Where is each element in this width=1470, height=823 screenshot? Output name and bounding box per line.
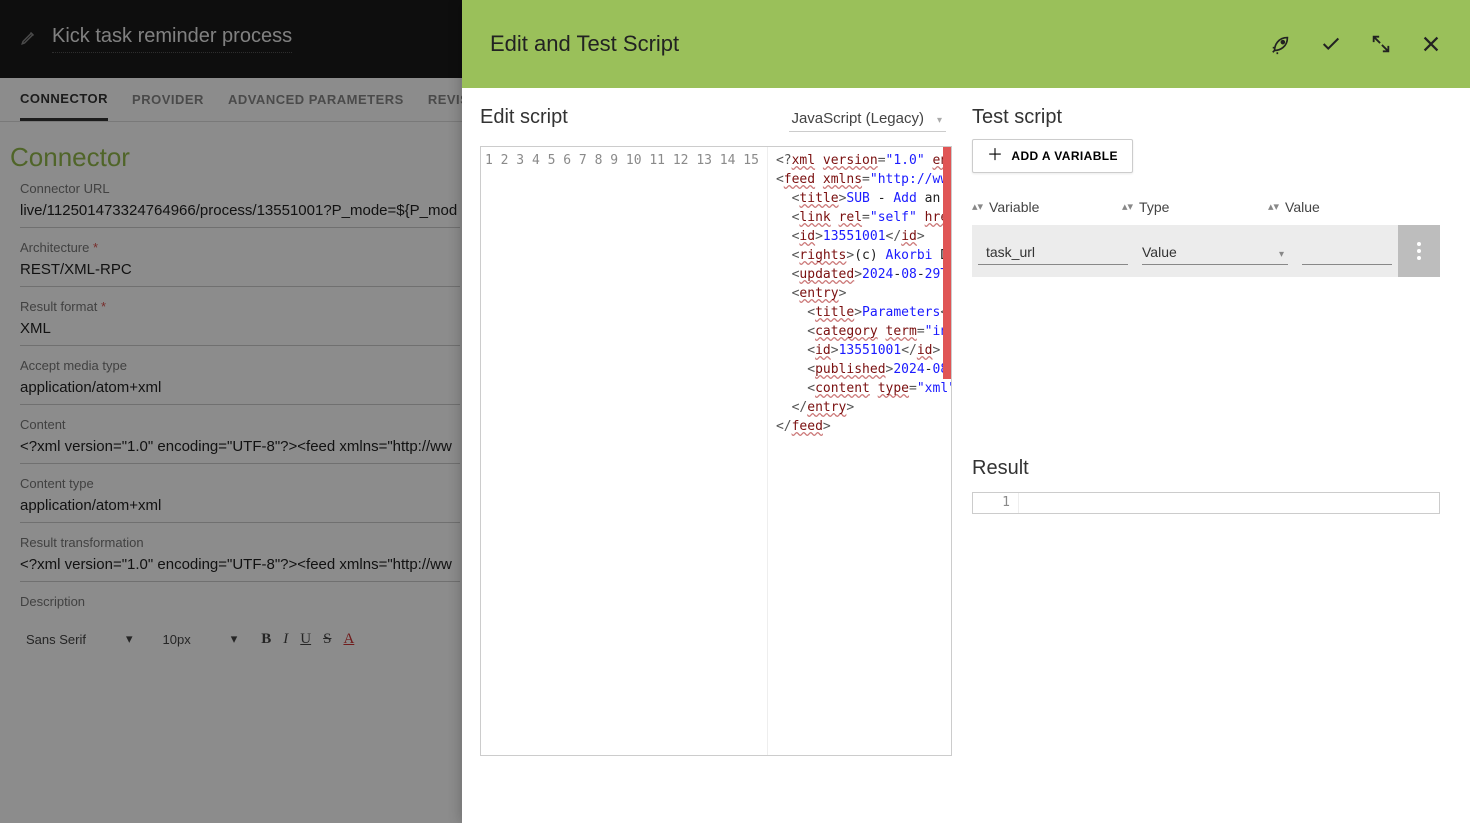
code-gutter: 1 2 3 4 5 6 7 8 9 10 11 12 13 14 15 bbox=[481, 147, 768, 755]
sort-icon: ▴▾ bbox=[1122, 204, 1133, 210]
row-actions-button[interactable] bbox=[1398, 225, 1440, 277]
sort-icon: ▴▾ bbox=[972, 204, 983, 210]
edit-script-pane: Edit script JavaScript (Legacy) 1 2 3 4 … bbox=[462, 88, 952, 823]
variables-header: ▴▾Variable ▴▾Type ▴▾Value bbox=[972, 191, 1440, 225]
close-icon[interactable] bbox=[1420, 33, 1442, 55]
edit-test-script-modal: Edit and Test Script Edit script JavaScr… bbox=[462, 0, 1470, 823]
result-box: 1 bbox=[972, 492, 1440, 514]
variable-type-select[interactable]: Value bbox=[1142, 237, 1288, 265]
add-variable-button[interactable]: ＋ ADD A VARIABLE bbox=[972, 139, 1133, 173]
add-variable-label: ADD A VARIABLE bbox=[1011, 149, 1118, 163]
modal-title: Edit and Test Script bbox=[490, 31, 679, 57]
variable-name-input[interactable]: task_url bbox=[978, 237, 1128, 265]
variable-row: task_url Value bbox=[972, 225, 1440, 277]
modal-header: Edit and Test Script bbox=[462, 0, 1470, 88]
result-content[interactable] bbox=[1019, 493, 1439, 513]
column-value[interactable]: ▴▾Value bbox=[1268, 199, 1440, 215]
column-type[interactable]: ▴▾Type bbox=[1122, 199, 1268, 215]
sort-icon: ▴▾ bbox=[1268, 204, 1279, 210]
more-vertical-icon bbox=[1417, 242, 1421, 260]
edit-script-title: Edit script bbox=[480, 106, 568, 129]
check-icon[interactable] bbox=[1320, 33, 1342, 55]
result-title: Result bbox=[972, 457, 1440, 480]
code-editor[interactable]: 1 2 3 4 5 6 7 8 9 10 11 12 13 14 15 <?xm… bbox=[480, 146, 952, 756]
plus-icon: ＋ bbox=[987, 148, 1003, 164]
test-script-pane: Test script ＋ ADD A VARIABLE ▴▾Variable … bbox=[952, 88, 1470, 823]
variable-value-input[interactable] bbox=[1302, 237, 1392, 265]
rocket-icon[interactable] bbox=[1270, 33, 1292, 55]
column-variable[interactable]: ▴▾Variable bbox=[972, 199, 1122, 215]
error-indicator bbox=[943, 147, 951, 379]
language-select[interactable]: JavaScript (Legacy) bbox=[789, 108, 946, 132]
test-script-title: Test script bbox=[972, 106, 1440, 129]
fullscreen-icon[interactable] bbox=[1370, 33, 1392, 55]
code-content[interactable]: <?xml version="1.0" encoding="UTF-8"?><f… bbox=[768, 147, 951, 755]
result-gutter: 1 bbox=[973, 493, 1019, 513]
